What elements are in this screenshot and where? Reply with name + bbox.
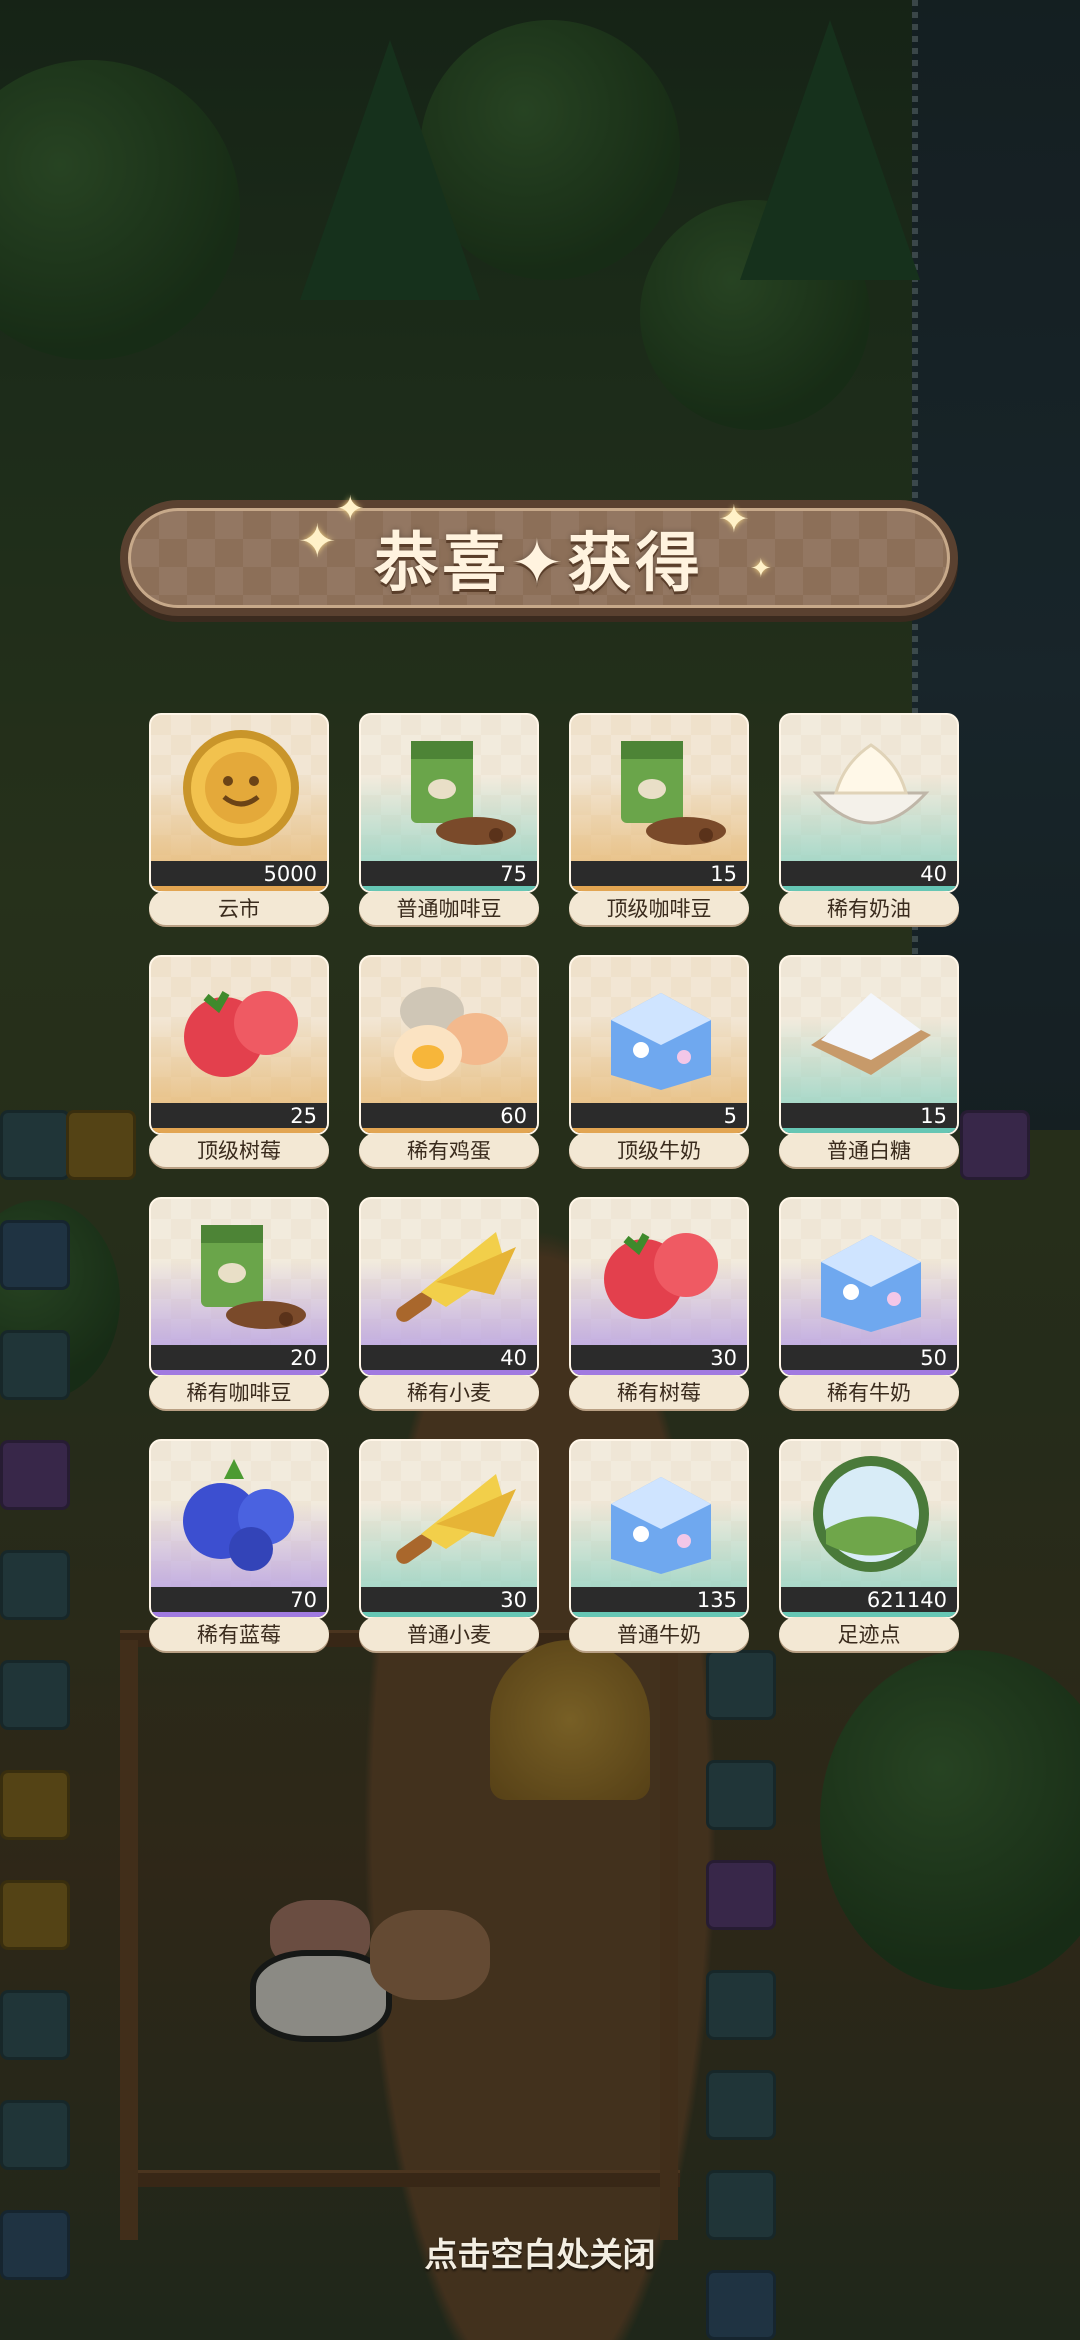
reward-count: 15 [781,1103,957,1133]
reward-name: 稀有树莓 [569,1375,749,1409]
milk-carton-icon [611,993,711,1090]
reward-name: 稀有小麦 [359,1375,539,1409]
reward-name: 普通小麦 [359,1617,539,1651]
reward-card[interactable]: blueberry-icon 70 稀有蓝莓 [149,1439,329,1651]
reward-tile: cream-bowl-icon 40 [779,713,959,893]
reward-name: 云市 [149,891,329,925]
reward-tile: wheat-icon 40 [359,1197,539,1377]
reward-count: 40 [781,861,957,891]
reward-name: 稀有鸡蛋 [359,1133,539,1167]
reward-tile: coffee-bean-bag-icon 15 [569,713,749,893]
reward-tile: raspberry-icon 30 [569,1197,749,1377]
reward-tile: blueberry-icon 70 [149,1439,329,1619]
reward-count: 25 [151,1103,327,1133]
reward-count: 621140 [781,1587,957,1617]
milk-carton-icon [821,1235,921,1332]
reward-card[interactable]: coffee-bean-bag-icon 75 普通咖啡豆 [359,713,539,925]
reward-card[interactable]: milk-carton-icon 50 稀有牛奶 [779,1197,959,1409]
reward-name: 普通咖啡豆 [359,891,539,925]
reward-count: 40 [361,1345,537,1375]
reward-card[interactable]: wheat-icon 30 普通小麦 [359,1439,539,1651]
sugar-icon [811,993,931,1075]
reward-tile: wheat-icon 30 [359,1439,539,1619]
reward-count: 70 [151,1587,327,1617]
reward-tile: coffee-bean-bag-icon 20 [149,1197,329,1377]
sparkle-icon: ✦ [336,489,365,529]
reward-tile: milk-carton-icon 135 [569,1439,749,1619]
reward-card[interactable]: egg-icon 60 稀有鸡蛋 [359,955,539,1167]
reward-card[interactable]: coffee-bean-bag-icon 20 稀有咖啡豆 [149,1197,329,1409]
reward-count: 135 [571,1587,747,1617]
reward-tile: footprint-orb-icon 621140 [779,1439,959,1619]
wheat-icon [396,1474,516,1564]
raspberry-icon [184,991,298,1077]
reward-count: 30 [361,1587,537,1617]
reward-card[interactable]: cream-bowl-icon 40 稀有奶油 [779,713,959,925]
reward-count: 5 [571,1103,747,1133]
reward-name: 顶级树莓 [149,1133,329,1167]
reward-count: 20 [151,1345,327,1375]
footprint-orb-icon [813,1456,929,1572]
reward-tile: milk-carton-icon 5 [569,955,749,1135]
reward-card[interactable]: coin-icon 5000 云市 [149,713,329,925]
reward-tile: coffee-bean-bag-icon 75 [359,713,539,893]
sparkle-icon: ✦ [298,514,337,568]
reward-name: 普通牛奶 [569,1617,749,1651]
reward-count: 5000 [151,861,327,891]
reward-count: 75 [361,861,537,891]
banner-title: 恭喜✦获得 [374,527,704,601]
reward-card[interactable]: footprint-orb-icon 621140 足迹点 [779,1439,959,1651]
reward-name: 稀有牛奶 [779,1375,959,1409]
reward-card[interactable]: raspberry-icon 30 稀有树莓 [569,1197,749,1409]
reward-name: 顶级牛奶 [569,1133,749,1167]
reward-name: 稀有咖啡豆 [149,1375,329,1409]
reward-count: 30 [571,1345,747,1375]
reward-card[interactable]: sugar-icon 15 普通白糖 [779,955,959,1167]
raspberry-icon [604,1233,718,1319]
reward-count: 60 [361,1103,537,1133]
reward-count: 15 [571,861,747,891]
reward-banner: 恭喜✦获得 ✦ ✦ ✦ ✦ [120,492,958,616]
coffee-bean-bag-icon [621,741,726,845]
reward-card[interactable]: wheat-icon 40 稀有小麦 [359,1197,539,1409]
reward-name: 顶级咖啡豆 [569,891,749,925]
reward-card[interactable]: milk-carton-icon 135 普通牛奶 [569,1439,749,1651]
reward-card[interactable]: coffee-bean-bag-icon 15 顶级咖啡豆 [569,713,749,925]
sparkle-icon: ✦ [718,497,750,541]
reward-name: 稀有蓝莓 [149,1617,329,1651]
cream-bowl-icon [812,743,930,825]
reward-card[interactable]: raspberry-icon 25 顶级树莓 [149,955,329,1167]
reward-tile: raspberry-icon 25 [149,955,329,1135]
reward-tile: egg-icon 60 [359,955,539,1135]
banner-plate: 恭喜✦获得 [128,508,950,608]
reward-name: 普通白糖 [779,1133,959,1167]
reward-tile: sugar-icon 15 [779,955,959,1135]
reward-name: 稀有奶油 [779,891,959,925]
reward-tile: coin-icon 5000 [149,713,329,893]
reward-grid: coin-icon 5000 云市 coffee-bean-bag-icon 7… [149,713,959,1651]
coin-icon [183,730,299,846]
milk-carton-icon [611,1477,711,1574]
coffee-bean-bag-icon [201,1225,306,1329]
reward-tile: milk-carton-icon 50 [779,1197,959,1377]
egg-icon [394,987,508,1081]
blueberry-icon [183,1459,294,1571]
close-hint[interactable]: 点击空白处关闭 [0,2228,1080,2276]
reward-count: 50 [781,1345,957,1375]
reward-card[interactable]: milk-carton-icon 5 顶级牛奶 [569,955,749,1167]
sparkle-icon: ✦ [750,554,772,584]
reward-name: 足迹点 [779,1617,959,1651]
wheat-icon [396,1232,516,1322]
coffee-bean-bag-icon [411,741,516,845]
